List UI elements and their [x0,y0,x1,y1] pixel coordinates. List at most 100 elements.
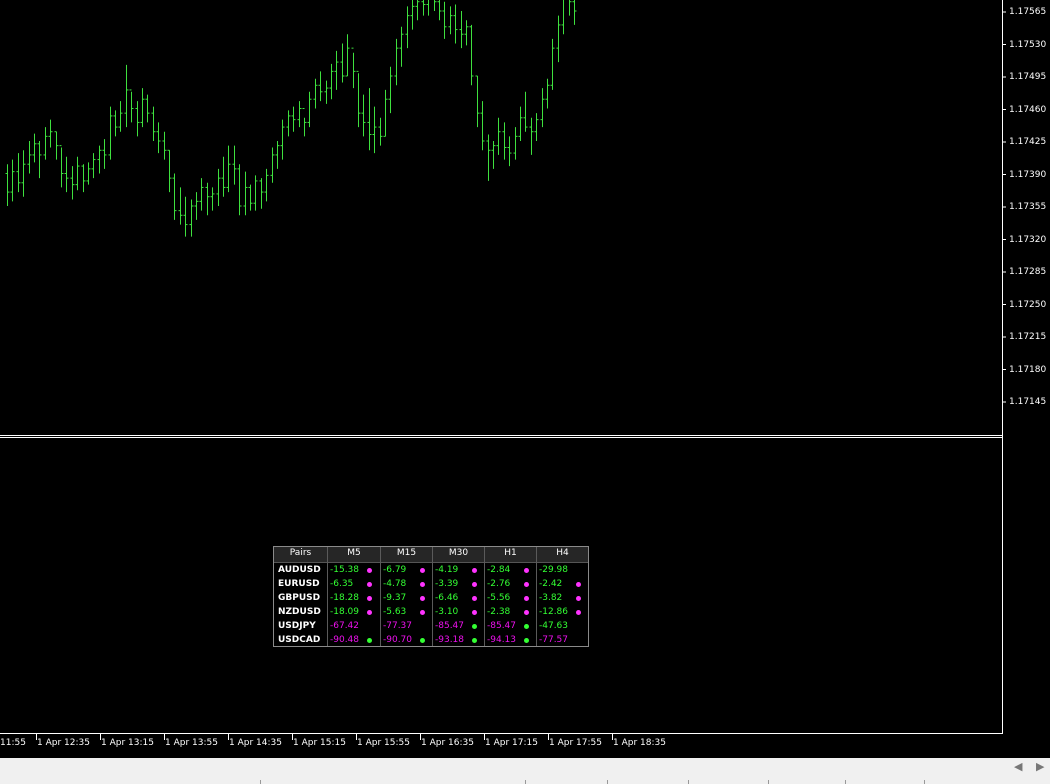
time-label: 1 Apr 18:35 [613,738,666,748]
strength-value: -3.39 [435,579,459,589]
strength-value: -6.46 [435,593,459,603]
signal-dot-icon [420,596,425,601]
header-m5: M5 [347,548,361,558]
signal-dot-icon [472,596,477,601]
tab-separator [924,780,925,784]
price-chart[interactable] [0,0,1050,784]
scroll-right-icon[interactable]: ▶ [1036,760,1044,773]
strength-value: -2.38 [487,607,511,617]
price-label: 1.17355 [1009,202,1047,212]
tab-separator [768,780,769,784]
time-label: 1 Apr 12:35 [37,738,90,748]
strength-value: -4.19 [435,565,459,575]
strength-value: -2.76 [487,579,511,589]
time-label: 1 Apr 14:35 [229,738,282,748]
scroll-left-icon[interactable]: ◀ [1014,760,1022,773]
time-label: 1 Apr 17:15 [485,738,538,748]
strength-value: -90.48 [330,635,360,645]
signal-dot-icon [367,582,372,587]
price-label: 1.17425 [1009,137,1047,147]
strength-value: -2.84 [487,565,511,575]
signal-dot-icon [367,568,372,573]
strength-value: -2.42 [539,579,563,589]
signal-dot-icon [472,582,477,587]
strength-value: -12.86 [539,607,569,617]
dashboard-row: NZDUSD -18.09 -5.63 -3.10 -2.38 -12.86 [274,605,588,619]
dashboard-header: Pairs M5 M15 M30 H1 H4 [274,547,588,563]
signal-dot-icon [472,568,477,573]
dashboard-row: AUDUSD -15.38 -6.79 -4.19 -2.84 -29.98 [274,563,588,577]
header-h1: H1 [504,548,517,558]
strength-value: -6.35 [330,579,354,589]
signal-dot-icon [524,638,529,643]
strength-value: -77.57 [539,635,569,645]
price-label: 1.17390 [1009,169,1047,180]
price-label: 1.17565 [1009,7,1047,17]
tab-separator [688,780,689,784]
header-m15: M15 [396,548,417,558]
strength-value: -85.47 [487,621,517,631]
pair-label: AUDUSD [278,565,321,575]
main-chart-area[interactable] [0,0,1002,435]
currency-strength-dashboard: Pairs M5 M15 M30 H1 H4 AUDUSD -15.38 -6.79… [273,546,589,647]
chart-tabs-bar: ◀ ▶ [0,758,1050,784]
price-label: 1.17145 [1009,397,1047,407]
strength-value: -47.63 [539,621,569,631]
signal-dot-icon [576,610,581,615]
signal-dot-icon [472,624,477,629]
signal-dot-icon [524,596,529,601]
signal-dot-icon [420,638,425,643]
signal-dot-icon [524,568,529,573]
pair-label: GBPUSD [278,593,321,603]
dashboard-row: USDJPY -67.42 -77.37 -85.47 -85.47 -47.63 [274,619,588,633]
pair-label: USDJPY [278,621,316,631]
price-label: 1.17215 [1009,332,1047,342]
signal-dot-icon [367,610,372,615]
strength-value: -3.10 [435,607,459,617]
signal-dot-icon [420,582,425,587]
signal-dot-icon [420,568,425,573]
signal-dot-icon [576,596,581,601]
strength-value: -9.37 [383,593,407,603]
signal-dot-icon [524,624,529,629]
time-label: 1 Apr 17:55 [549,738,602,748]
price-label: 1.17320 [1009,234,1047,245]
strength-value: -5.63 [383,607,407,617]
pair-label: EURUSD [278,579,320,589]
dashboard-row: USDCAD -90.48 -90.70 -93.18 -94.13 -77.57 [274,633,588,647]
dashboard-row: EURUSD -6.35 -4.78 -3.39 -2.76 -2.42 [274,577,588,591]
header-m30: M30 [448,548,469,558]
signal-dot-icon [576,582,581,587]
strength-value: -29.98 [539,565,569,575]
strength-value: -93.18 [435,635,465,645]
signal-dot-icon [367,638,372,643]
time-label: 1 Apr 13:55 [165,738,218,748]
signal-dot-icon [367,596,372,601]
strength-value: -94.13 [487,635,517,645]
time-label: 1 Apr 15:15 [293,738,346,748]
price-label: 1.17250 [1009,299,1047,310]
strength-value: -6.79 [383,565,407,575]
tab-separator [607,780,608,784]
tab-separator [845,780,846,784]
time-label: 1 Apr 15:55 [357,738,410,748]
price-label: 1.17495 [1009,72,1047,82]
strength-value: -90.70 [383,635,413,645]
price-label: 1.17460 [1009,104,1047,115]
signal-dot-icon [472,638,477,643]
signal-dot-icon [524,582,529,587]
tab-separator [525,780,526,784]
header-h4: H4 [556,548,569,558]
pair-label: USDCAD [278,635,321,645]
price-label: 1.17180 [1009,364,1047,375]
pair-label: NZDUSD [278,607,321,617]
strength-value: -77.37 [383,621,413,631]
time-label: 11:55 [0,738,26,748]
price-label: 1.17285 [1009,267,1047,277]
strength-value: -15.38 [330,565,360,575]
strength-value: -4.78 [383,579,407,589]
tab-separator [260,780,261,784]
signal-dot-icon [524,610,529,615]
strength-value: -3.82 [539,593,563,603]
strength-value: -18.28 [330,593,360,603]
